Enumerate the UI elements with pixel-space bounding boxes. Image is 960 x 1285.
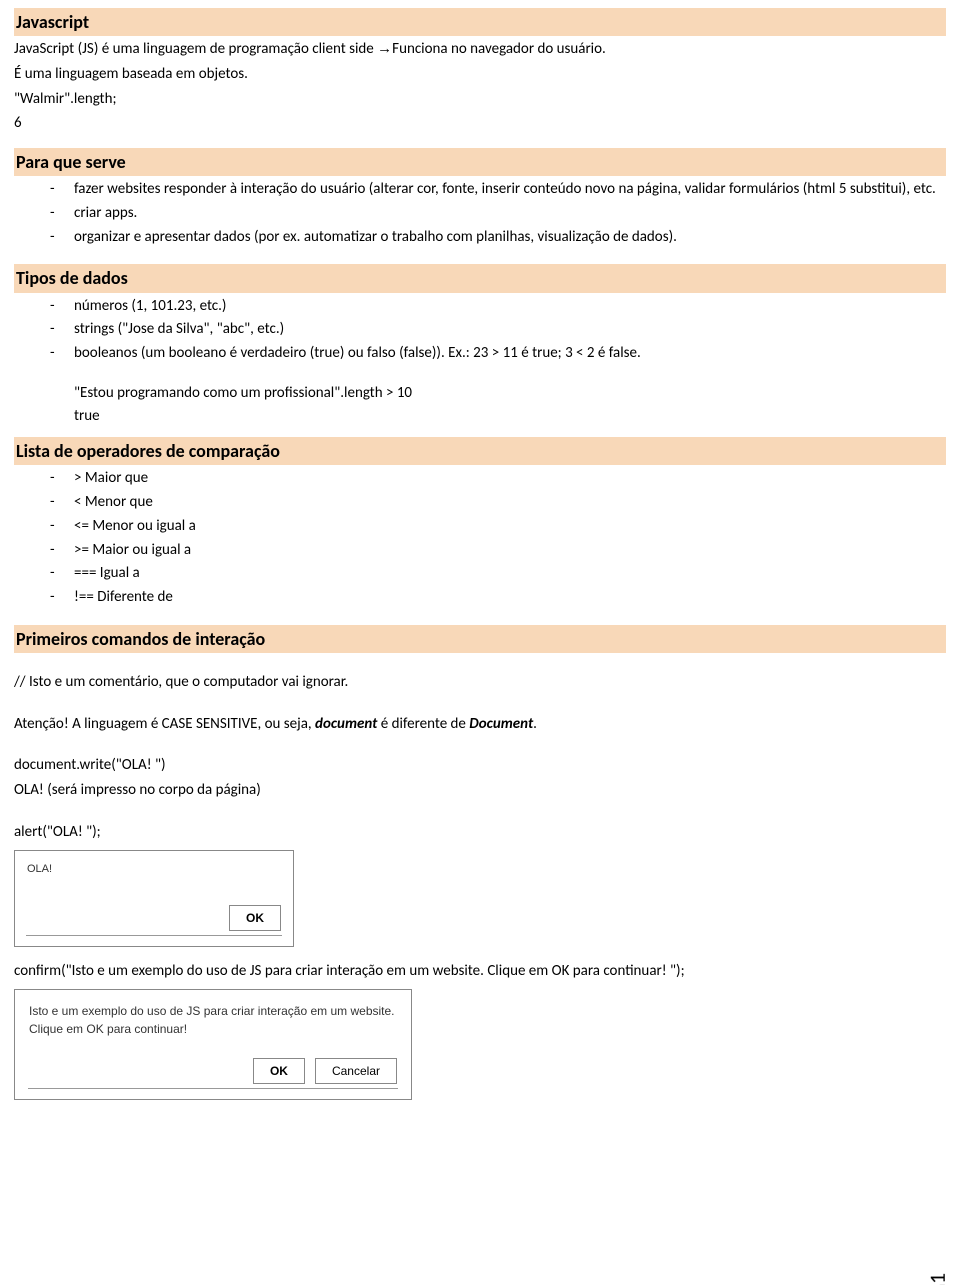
intro-paragraph-1: JavaScript (JS) é uma linguagem de progr… <box>14 38 946 61</box>
page-digit: 1 <box>924 1273 951 1284</box>
section-operadores-title: Lista de operadores de comparação <box>14 437 946 465</box>
right-arrow-icon: → <box>377 40 392 57</box>
para-que-serve-list: fazer websites responder à interação do … <box>14 179 946 248</box>
confirm-ok-button[interactable]: OK <box>253 1058 305 1084</box>
confirm-dialog-text: Isto e um exemplo do uso de JS para cria… <box>29 1002 397 1038</box>
emphasis-Document: Document <box>469 715 533 733</box>
code-example-block: "Estou programando como um profissional"… <box>14 383 946 428</box>
page-number: Página1 <box>922 1273 954 1285</box>
list-item: organizar e apresentar dados (por ex. au… <box>50 227 946 249</box>
list-item: números (1, 101.23, etc.) <box>50 296 946 318</box>
section-para-que-serve-title: Para que serve <box>14 148 946 176</box>
list-item: fazer websites responder à interação do … <box>50 179 946 201</box>
comment-example: // Isto e um comentário, que o computado… <box>14 672 946 694</box>
list-item: criar apps. <box>50 203 946 225</box>
list-item: < Menor que <box>50 492 946 514</box>
text: é diferente de <box>377 715 469 733</box>
list-item: > Maior que <box>50 468 946 490</box>
intro-paragraph-2: É uma linguagem baseada em objetos. <box>14 64 946 86</box>
alert-ok-button[interactable]: OK <box>229 905 281 931</box>
confirm-cancel-button[interactable]: Cancelar <box>315 1058 397 1084</box>
confirm-example: confirm("Isto e um exemplo do uso de JS … <box>14 961 946 983</box>
text: JavaScript (JS) é uma linguagem de progr… <box>14 40 377 58</box>
code-result: true <box>74 406 946 428</box>
section-tipos-de-dados-title: Tipos de dados <box>14 264 946 292</box>
text: . <box>533 715 537 733</box>
alert-dialog-text: OLA! <box>27 861 281 878</box>
document-write-result: OLA! (será impresso no corpo da página) <box>14 780 946 802</box>
emphasis-document: document <box>315 715 377 733</box>
section-primeiros-comandos-title: Primeiros comandos de interação <box>14 625 946 653</box>
tipos-de-dados-list: números (1, 101.23, etc.) strings ("Jose… <box>14 296 946 365</box>
confirm-dialog: Isto e um exemplo do uso de JS para cria… <box>14 989 412 1100</box>
section-javascript-title: Javascript <box>14 8 946 36</box>
code-length-example: "Walmir".length; <box>14 89 946 111</box>
list-item: === Igual a <box>50 563 946 585</box>
list-item: <= Menor ou igual a <box>50 516 946 538</box>
code-length-result: 6 <box>14 113 946 135</box>
list-item: !== Diferente de <box>50 587 946 609</box>
text: Funciona no navegador do usuário. <box>392 40 606 58</box>
operadores-list: > Maior que < Menor que <= Menor ou igua… <box>14 468 946 609</box>
list-item: >= Maior ou igual a <box>50 540 946 562</box>
list-item: booleanos (um booleano é verdadeiro (tru… <box>50 343 946 365</box>
code-line: "Estou programando como um profissional"… <box>74 383 946 405</box>
text: Atenção! A linguagem é CASE SENSITIVE, o… <box>14 715 315 733</box>
alert-example: alert("OLA! "); <box>14 822 946 844</box>
list-item: strings ("Jose da Silva", "abc", etc.) <box>50 319 946 341</box>
alert-dialog: OLA! OK <box>14 850 294 948</box>
case-sensitive-note: Atenção! A linguagem é CASE SENSITIVE, o… <box>14 714 946 736</box>
document-write-example: document.write("OLA! ") <box>14 755 946 777</box>
